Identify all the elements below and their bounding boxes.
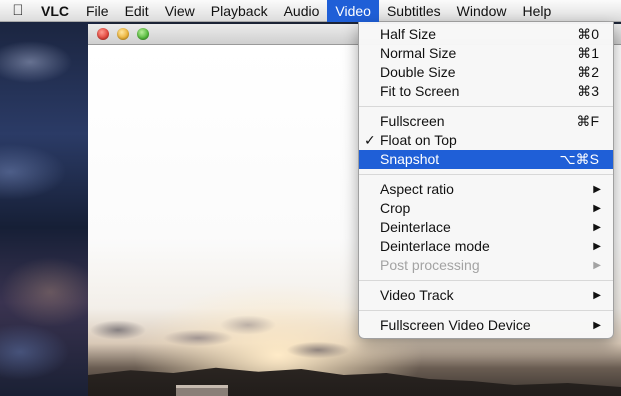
apple-icon[interactable]:  [0, 0, 36, 22]
menu-window[interactable]: Window [449, 0, 515, 22]
menu-separator [359, 280, 613, 281]
menu-item-fullscreen[interactable]: Fullscreen ⌘F [359, 112, 613, 131]
menu-playback[interactable]: Playback [203, 0, 276, 22]
menu-item-crop[interactable]: Crop ▶ [359, 199, 613, 218]
menu-item-half-size[interactable]: Half Size ⌘0 [359, 25, 613, 44]
menu-bar:  VLC File Edit View Playback Audio Vide… [0, 0, 621, 22]
menu-item-label: Half Size [380, 26, 437, 42]
menu-item-label: Normal Size [380, 45, 457, 61]
menu-item-label: Fit to Screen [380, 83, 460, 99]
menu-item-shortcut: ⌘1 [577, 45, 599, 61]
menu-item-aspect-ratio[interactable]: Aspect ratio ▶ [359, 180, 613, 199]
desktop-background [0, 22, 100, 396]
menu-file[interactable]: File [78, 0, 117, 22]
menu-item-shortcut: ⌥⌘S [559, 151, 599, 167]
submenu-arrow-icon: ▶ [593, 290, 601, 301]
submenu-arrow-icon: ▶ [593, 241, 601, 252]
submenu-arrow-icon: ▶ [593, 320, 601, 331]
menu-item-shortcut: ⌘0 [577, 26, 599, 42]
menu-item-snapshot[interactable]: Snapshot ⌥⌘S [359, 150, 613, 169]
video-menu-dropdown: Half Size ⌘0 Normal Size ⌘1 Double Size ⌘2 Fit… [358, 22, 614, 339]
submenu-arrow-icon: ▶ [593, 260, 601, 271]
menu-item-shortcut: ⌘2 [577, 64, 599, 80]
submenu-arrow-icon: ▶ [593, 184, 601, 195]
menu-item-fullscreen-video-device[interactable]: Fullscreen Video Device ▶ [359, 316, 613, 335]
menu-subtitles[interactable]: Subtitles [379, 0, 449, 22]
menu-item-label: Double Size [380, 64, 456, 80]
menu-item-label: Aspect ratio [380, 181, 454, 197]
menu-item-label: Fullscreen Video Device [380, 317, 531, 333]
checkmark-icon: ✓ [364, 132, 376, 148]
close-button[interactable] [97, 28, 109, 40]
menu-item-label: Snapshot [380, 151, 440, 167]
zoom-button[interactable] [137, 28, 149, 40]
menu-item-double-size[interactable]: Double Size ⌘2 [359, 63, 613, 82]
menu-item-float-on-top[interactable]: ✓ Float on Top [359, 131, 613, 150]
menu-separator [359, 106, 613, 107]
menu-item-video-track[interactable]: Video Track ▶ [359, 286, 613, 305]
submenu-arrow-icon: ▶ [593, 222, 601, 233]
video-boat [176, 385, 228, 396]
menu-edit[interactable]: Edit [117, 0, 157, 22]
menu-video[interactable]: Video [327, 0, 379, 22]
menu-item-label: Deinterlace mode [380, 238, 490, 254]
menu-vlc[interactable]: VLC [36, 0, 78, 22]
minimize-button[interactable] [117, 28, 129, 40]
menu-item-label: Crop [380, 200, 411, 216]
menu-item-label: Float on Top [380, 132, 457, 148]
submenu-arrow-icon: ▶ [593, 203, 601, 214]
menu-help[interactable]: Help [514, 0, 559, 22]
menu-item-normal-size[interactable]: Normal Size ⌘1 [359, 44, 613, 63]
menu-separator [359, 310, 613, 311]
menu-item-shortcut: ⌘F [576, 113, 599, 129]
menu-audio[interactable]: Audio [276, 0, 328, 22]
menu-item-deinterlace[interactable]: Deinterlace ▶ [359, 218, 613, 237]
menu-item-shortcut: ⌘3 [577, 83, 599, 99]
menu-item-label: Video Track [380, 287, 454, 303]
menu-item-post-processing: Post processing ▶ [359, 256, 613, 275]
menu-item-fit-to-screen[interactable]: Fit to Screen ⌘3 [359, 82, 613, 101]
menu-item-label: Post processing [380, 257, 480, 273]
menu-view[interactable]: View [157, 0, 203, 22]
menu-separator [359, 174, 613, 175]
menu-item-label: Fullscreen [380, 113, 445, 129]
menu-item-deinterlace-mode[interactable]: Deinterlace mode ▶ [359, 237, 613, 256]
menu-item-label: Deinterlace [380, 219, 451, 235]
